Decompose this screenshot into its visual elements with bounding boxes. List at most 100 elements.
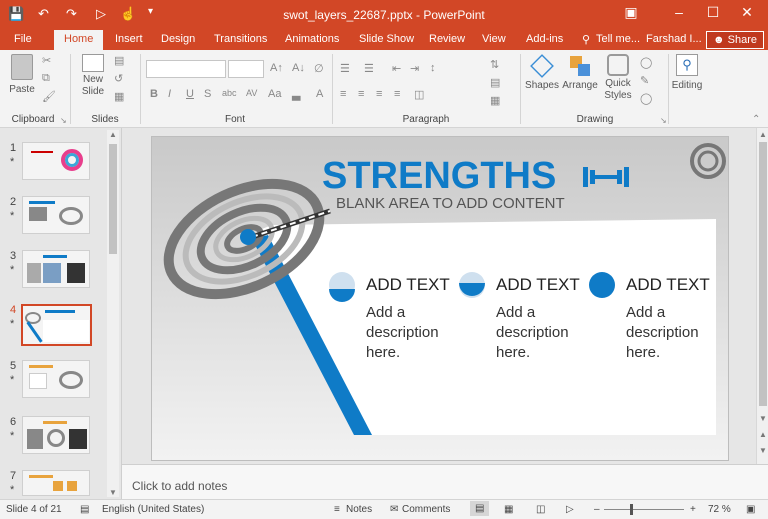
zoom-in-icon[interactable]: + xyxy=(690,504,696,515)
font-name-combo[interactable] xyxy=(146,60,226,78)
drawing-launcher-icon[interactable]: ↘ xyxy=(660,116,667,125)
tab-file[interactable]: File xyxy=(14,33,32,45)
bold-icon[interactable]: B xyxy=(150,88,158,100)
font-color-icon[interactable]: ▃ xyxy=(292,88,300,101)
paste-button[interactable]: Paste xyxy=(6,54,38,95)
zoom-out-icon[interactable]: – xyxy=(594,504,600,515)
clear-formatting-icon[interactable]: ∅ xyxy=(314,62,324,75)
italic-icon[interactable]: I xyxy=(168,88,171,100)
section-icon[interactable]: ▦ xyxy=(114,90,124,103)
scroll-down-icon[interactable]: ▼ xyxy=(107,488,119,497)
increase-indent-icon[interactable]: ⇥ xyxy=(410,62,419,75)
slide-thumbnail-1[interactable] xyxy=(22,142,90,180)
slide-thumbnail-3[interactable] xyxy=(22,250,90,288)
item-2-title[interactable]: ADD TEXT xyxy=(496,275,580,295)
tab-design[interactable]: Design xyxy=(161,33,195,45)
shadow-icon[interactable]: S xyxy=(204,88,211,100)
new-slide-button[interactable]: New Slide xyxy=(76,54,110,98)
shrink-font-icon[interactable]: A↓ xyxy=(292,62,305,74)
font-size-combo[interactable] xyxy=(228,60,264,78)
decrease-indent-icon[interactable]: ⇤ xyxy=(392,62,401,75)
underline-icon[interactable]: U xyxy=(186,88,194,100)
slide-thumbnail-4[interactable] xyxy=(21,304,92,346)
slide-thumbnail-2[interactable] xyxy=(22,196,90,234)
zoom-slider-thumb[interactable] xyxy=(630,504,633,515)
character-spacing-icon[interactable]: AV xyxy=(246,88,257,98)
reading-view-icon[interactable]: ◫ xyxy=(536,504,545,515)
collapse-ribbon-icon[interactable]: ⌃ xyxy=(752,114,760,125)
minimize-icon[interactable]: – xyxy=(668,4,690,20)
thumbnail-scrollbar[interactable]: ▲ ▼ xyxy=(107,130,119,497)
clipboard-launcher-icon[interactable]: ↘ xyxy=(60,116,67,125)
ribbon-display-options-icon[interactable]: ▣ xyxy=(620,4,642,21)
align-left-icon[interactable]: ≡ xyxy=(340,88,346,100)
comments-toggle[interactable]: Comments xyxy=(402,504,450,515)
maximize-icon[interactable]: ☐ xyxy=(702,4,724,21)
language-indicator[interactable]: English (United States) xyxy=(102,504,204,515)
columns-icon[interactable]: ◫ xyxy=(414,88,424,101)
zoom-slider[interactable] xyxy=(604,504,684,515)
tab-add-ins[interactable]: Add-ins xyxy=(526,33,563,45)
notes-pane[interactable]: Click to add notes xyxy=(122,464,768,499)
quick-styles-button[interactable]: Quick Styles xyxy=(600,54,636,102)
share-button[interactable]: ☻ Share xyxy=(706,31,764,49)
notes-icon[interactable]: ≡ xyxy=(334,504,340,515)
align-center-icon[interactable]: ≡ xyxy=(358,88,364,100)
slide-scrollbar[interactable]: ▲ ▼ ▲ ▼ xyxy=(756,128,768,464)
align-right-icon[interactable]: ≡ xyxy=(376,88,382,100)
shape-effects-icon[interactable]: ◯ xyxy=(640,92,652,105)
reset-icon[interactable]: ↺ xyxy=(114,72,123,85)
tab-home[interactable]: Home xyxy=(54,30,104,50)
scroll-up-icon[interactable]: ▲ xyxy=(757,130,768,139)
scroll-thumb[interactable] xyxy=(109,144,117,254)
slide-subheading[interactable]: BLANK AREA TO ADD CONTENT xyxy=(336,195,565,212)
line-spacing-icon[interactable]: ↕ xyxy=(430,62,436,74)
change-case-icon[interactable]: Aa xyxy=(268,88,281,100)
shape-outline-icon[interactable]: ✎ xyxy=(640,74,649,87)
slide-show-icon[interactable]: ▷ xyxy=(566,504,574,515)
item-1-desc[interactable]: Add a description here. xyxy=(366,303,439,363)
copy-icon[interactable]: ⧉ xyxy=(42,72,50,85)
smartart-icon[interactable]: ▦ xyxy=(490,94,500,107)
font-color-a-icon[interactable]: A xyxy=(316,88,323,100)
format-painter-icon[interactable]: 🖌 xyxy=(42,90,56,103)
item-3-title[interactable]: ADD TEXT xyxy=(626,275,710,295)
normal-view-icon[interactable]: ▤ xyxy=(470,501,490,516)
user-name[interactable]: Farshad I... xyxy=(646,33,702,45)
comments-icon[interactable]: ✉ xyxy=(390,504,398,515)
tab-insert[interactable]: Insert xyxy=(115,33,143,45)
current-slide[interactable]: STRENGTHS BLANK AREA TO ADD CONTENT ADD … xyxy=(151,136,729,461)
previous-slide-icon[interactable]: ▲ xyxy=(757,430,768,439)
align-text-icon[interactable]: ▤ xyxy=(490,76,500,89)
cut-icon[interactable]: ✂ xyxy=(42,54,51,67)
slide-thumbnail-5[interactable] xyxy=(22,360,90,398)
numbering-icon[interactable]: ☰ xyxy=(364,62,374,75)
editing-button[interactable]: ⚲ Editing xyxy=(670,54,704,91)
tell-me-box[interactable]: Tell me... xyxy=(596,33,640,45)
slide-heading[interactable]: STRENGTHS xyxy=(322,155,556,198)
shape-fill-icon[interactable]: ◯ xyxy=(640,56,652,69)
grow-font-icon[interactable]: A↑ xyxy=(270,62,283,74)
slide-sorter-icon[interactable]: ▦ xyxy=(504,504,513,515)
scroll-thumb[interactable] xyxy=(759,142,767,406)
notes-placeholder[interactable]: Click to add notes xyxy=(132,479,227,493)
item-2-desc[interactable]: Add a description here. xyxy=(496,303,569,363)
slide-thumbnail-6[interactable] xyxy=(22,416,90,454)
item-3-desc[interactable]: Add a description here. xyxy=(626,303,699,363)
layout-icon[interactable]: ▤ xyxy=(114,54,124,67)
arrange-button[interactable]: Arrange xyxy=(560,54,600,91)
strikethrough-icon[interactable]: abc xyxy=(222,88,237,98)
tab-animations[interactable]: Animations xyxy=(285,33,339,45)
tab-review[interactable]: Review xyxy=(429,33,465,45)
item-1-title[interactable]: ADD TEXT xyxy=(366,275,450,295)
scroll-up-icon[interactable]: ▲ xyxy=(107,130,119,139)
close-icon[interactable]: ✕ xyxy=(736,4,758,21)
fit-slide-icon[interactable]: ▣ xyxy=(746,504,755,515)
tab-view[interactable]: View xyxy=(482,33,506,45)
next-slide-icon[interactable]: ▼ xyxy=(757,446,768,455)
bullets-icon[interactable]: ☰ xyxy=(340,62,350,75)
tab-transitions[interactable]: Transitions xyxy=(214,33,267,45)
justify-icon[interactable]: ≡ xyxy=(394,88,400,100)
tab-slide-show[interactable]: Slide Show xyxy=(359,33,414,45)
text-direction-icon[interactable]: ⇅ xyxy=(490,58,499,71)
